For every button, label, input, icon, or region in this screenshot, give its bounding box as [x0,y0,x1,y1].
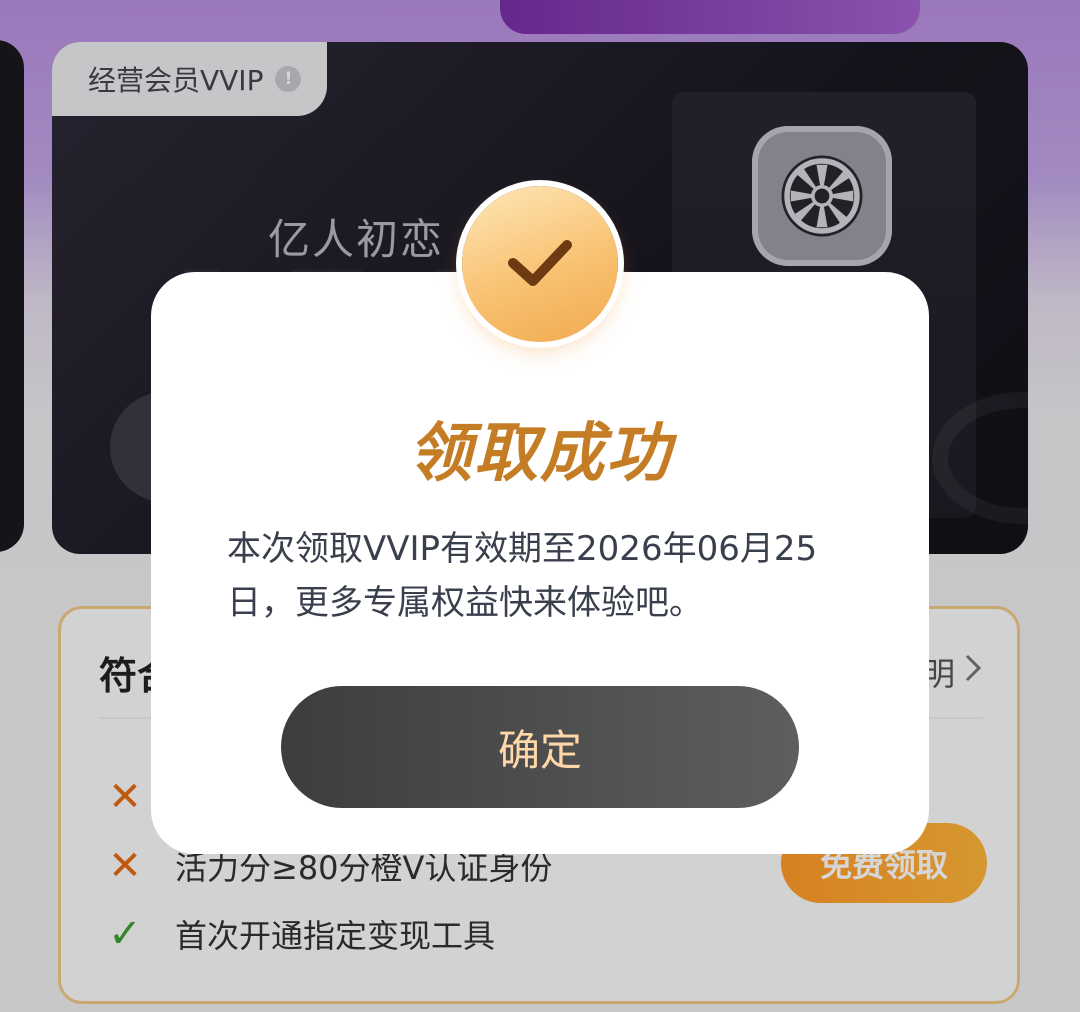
checkmark-icon [462,186,618,342]
dialog-title: 领取成功 [408,417,672,491]
confirm-button[interactable]: 确定 [281,686,799,808]
dialog-message: 本次领取VVIP有效期至2026年06月25日，更多专属权益快来体验吧。 [227,529,818,623]
success-dialog: 领取成功 本次领取VVIP有效期至2026年06月25日，更多专属权益快来体验吧… [151,272,929,854]
